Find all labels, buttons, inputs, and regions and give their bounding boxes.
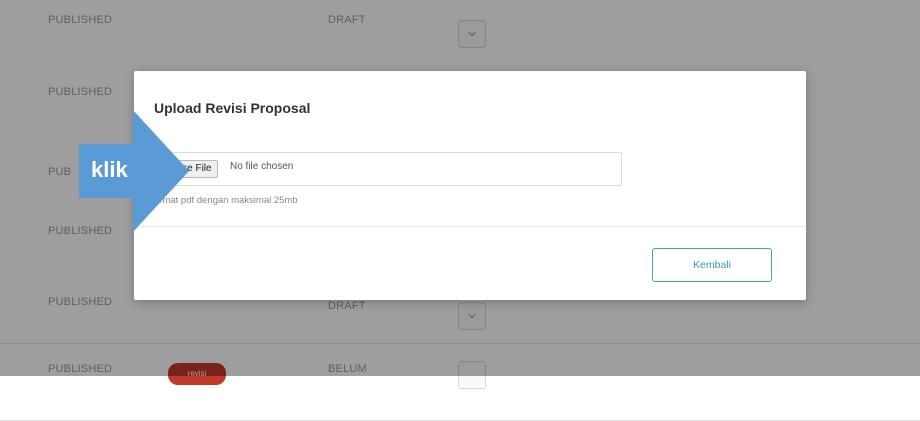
- annotation-label: klik: [91, 157, 128, 182]
- modal-divider: [134, 226, 806, 227]
- file-status-text: No file chosen: [230, 161, 294, 172]
- back-button[interactable]: Kembali: [652, 248, 772, 282]
- upload-modal: Upload Revisi Proposal oose File No file…: [134, 71, 806, 300]
- file-input[interactable]: oose File No file chosen: [154, 152, 622, 186]
